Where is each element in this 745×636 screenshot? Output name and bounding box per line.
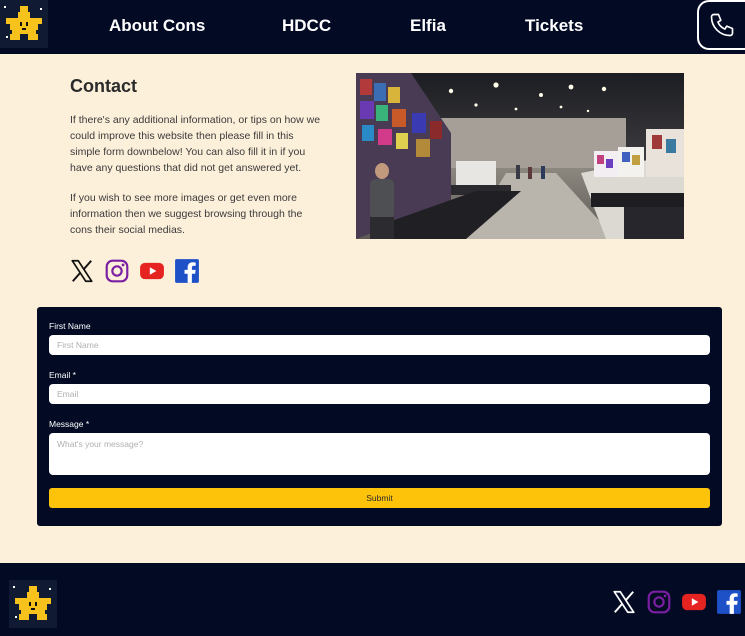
youtube-icon[interactable] (681, 589, 707, 615)
x-icon[interactable] (69, 258, 95, 284)
nav-elfia[interactable]: Elfia (410, 16, 446, 36)
email-input[interactable] (49, 384, 710, 404)
message-textarea[interactable] (49, 433, 710, 475)
phone-icon (710, 13, 734, 37)
pixel-star-icon (13, 586, 51, 620)
x-icon[interactable] (611, 589, 637, 615)
contact-intro-text: If there's any additional information, o… (70, 114, 321, 174)
first-name-input[interactable] (49, 335, 710, 355)
footer-logo[interactable] (9, 580, 57, 628)
submit-button[interactable]: Submit (49, 488, 710, 508)
nav-about-cons[interactable]: About Cons (109, 16, 205, 36)
message-label: Message * (49, 419, 90, 429)
youtube-icon[interactable] (139, 258, 165, 284)
pixel-star-icon (4, 6, 42, 40)
instagram-icon[interactable] (104, 258, 130, 284)
page-title: Contact (70, 76, 137, 96)
first-name-label: First Name (49, 321, 91, 331)
phone-button[interactable] (697, 0, 745, 50)
instagram-icon[interactable] (646, 589, 672, 615)
footer-social-links (611, 589, 742, 615)
social-links (69, 258, 200, 284)
email-label: Email * (49, 370, 76, 380)
contact-social-text: If you wish to see more images or get ev… (70, 192, 303, 236)
facebook-icon[interactable] (174, 258, 200, 284)
facebook-icon[interactable] (716, 589, 742, 615)
convention-photo (356, 73, 684, 239)
site-logo[interactable] (0, 0, 48, 48)
site-header: About Cons HDCC Elfia Tickets (0, 0, 745, 54)
nav-hdcc[interactable]: HDCC (282, 16, 331, 36)
nav-tickets[interactable]: Tickets (525, 16, 583, 36)
site-footer (0, 563, 745, 636)
contact-form: First Name Email * Message * Submit (37, 307, 722, 526)
